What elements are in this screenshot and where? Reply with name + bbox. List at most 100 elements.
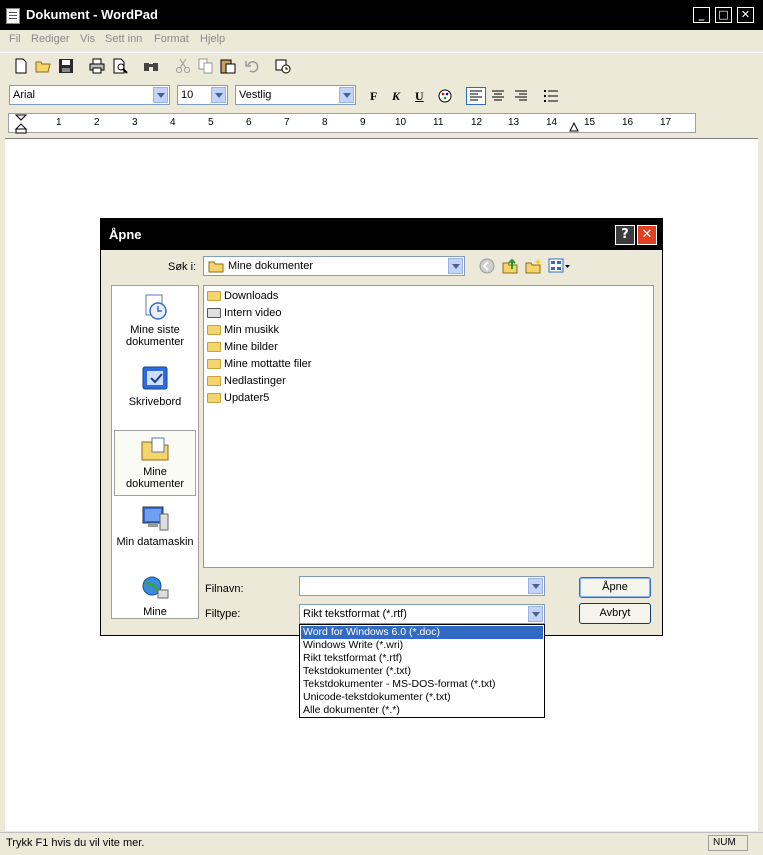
ruler-number: 2: [94, 117, 100, 128]
filetype-option[interactable]: Unicode-tekstdokumenter (*.txt): [301, 691, 543, 704]
place-my-computer[interactable]: Min datamaskin: [114, 504, 196, 548]
ruler-number: 17: [660, 117, 672, 128]
indent-marker-icon[interactable]: [15, 114, 27, 134]
dialog-title: Åpne: [109, 227, 142, 242]
ruler-number: 11: [433, 117, 444, 128]
dialog-close-button[interactable]: ✕: [637, 225, 657, 245]
align-left-icon[interactable]: [466, 87, 486, 105]
list-item[interactable]: Mine bilder: [207, 339, 278, 355]
italic-button[interactable]: K: [392, 89, 400, 104]
filename-dropdown-arrow-icon[interactable]: [528, 578, 543, 594]
place-desktop[interactable]: Skrivebord: [114, 364, 196, 408]
look-in-dropdown-arrow-icon[interactable]: [448, 258, 463, 274]
up-one-level-icon[interactable]: [501, 257, 519, 275]
ruler[interactable]: 1 2 3 4 5 6 7 8 9 10 11 12 13 14 15 16 1…: [8, 113, 696, 134]
close-button[interactable]: ✕: [737, 7, 754, 23]
ruler-number: 9: [360, 117, 366, 128]
ruler-number: 13: [508, 117, 520, 128]
dialog-help-button[interactable]: ?: [615, 225, 635, 245]
file-name: Mine bilder: [224, 341, 278, 353]
list-item[interactable]: Min musikk: [207, 322, 279, 338]
music-folder-icon: [207, 325, 221, 335]
paste-icon[interactable]: [220, 58, 236, 74]
place-recent-documents[interactable]: Mine siste dokumenter: [114, 292, 196, 348]
list-item[interactable]: Nedlastinger: [207, 373, 286, 389]
folder-icon: [207, 291, 221, 301]
views-menu-icon[interactable]: [548, 257, 572, 275]
list-item[interactable]: Downloads: [207, 288, 278, 304]
right-margin-marker-icon[interactable]: [569, 122, 579, 132]
menu-hjelp[interactable]: Hjelp: [200, 33, 225, 45]
align-right-icon[interactable]: [513, 88, 529, 104]
cut-icon[interactable]: [175, 58, 191, 74]
standard-toolbar: [0, 52, 763, 81]
script-dropdown-arrow-icon[interactable]: [339, 87, 354, 103]
menu-format[interactable]: Format: [154, 33, 189, 45]
open-folder-icon[interactable]: [35, 58, 51, 74]
filetype-dropdown-arrow-icon[interactable]: [528, 606, 543, 622]
font-combo[interactable]: Arial: [9, 85, 170, 105]
file-list[interactable]: Downloads Intern video Min musikk Mine b…: [203, 285, 654, 568]
filetype-option[interactable]: Word for Windows 6.0 (*.doc): [301, 626, 543, 639]
back-icon[interactable]: [478, 257, 496, 275]
align-center-icon[interactable]: [490, 88, 506, 104]
new-document-icon[interactable]: [13, 58, 29, 74]
list-item[interactable]: Mine mottatte filer: [207, 356, 311, 372]
copy-icon[interactable]: [198, 58, 214, 74]
underline-button[interactable]: U: [415, 89, 424, 104]
filename-input[interactable]: [299, 576, 545, 596]
network-places-icon: [142, 576, 169, 599]
script-value: Vestlig: [239, 89, 272, 101]
ruler-number: 16: [622, 117, 634, 128]
color-palette-icon[interactable]: [437, 88, 453, 104]
script-combo[interactable]: Vestlig: [235, 85, 356, 105]
num-lock-indicator: NUM: [708, 835, 748, 851]
place-network[interactable]: Mine: [114, 574, 196, 618]
cancel-button[interactable]: Avbryt: [579, 603, 651, 624]
open-button[interactable]: Åpne: [579, 577, 651, 598]
list-item[interactable]: Updater5: [207, 390, 269, 406]
bold-button[interactable]: F: [370, 89, 377, 104]
insert-date-time-icon[interactable]: [275, 58, 291, 74]
filetype-option[interactable]: Windows Write (*.wri): [301, 639, 543, 652]
menu-vis[interactable]: Vis: [80, 33, 95, 45]
filetype-option[interactable]: Alle dokumenter (*.*): [301, 704, 543, 717]
menu-sett-inn[interactable]: Sett inn: [105, 33, 142, 45]
find-icon[interactable]: [143, 58, 159, 74]
file-name: Intern video: [224, 307, 282, 319]
font-size-dropdown-arrow-icon[interactable]: [211, 87, 226, 103]
file-name: Downloads: [224, 290, 279, 302]
minimize-button[interactable]: _: [693, 7, 710, 23]
recent-documents-icon: [145, 294, 167, 320]
look-in-combo[interactable]: Mine dokumenter: [203, 256, 465, 276]
list-item[interactable]: Intern video: [207, 305, 281, 321]
folder-icon: [207, 359, 221, 369]
wordpad-app-icon: [6, 8, 20, 24]
ruler-number: 3: [132, 117, 138, 128]
ruler-number: 4: [170, 117, 176, 128]
file-name: Updater5: [224, 392, 270, 404]
ruler-number: 6: [246, 117, 252, 128]
maximize-button[interactable]: □: [715, 7, 732, 23]
look-in-label: Søk i:: [168, 261, 197, 273]
font-dropdown-arrow-icon[interactable]: [153, 87, 168, 103]
filetype-option[interactable]: Rikt tekstformat (*.rtf): [301, 652, 543, 665]
place-my-documents[interactable]: Mine dokumenter: [114, 430, 196, 496]
ruler-number: 5: [208, 117, 214, 128]
filetype-label: Filtype:: [205, 608, 241, 620]
dialog-title-bar: Åpne ? ✕: [101, 219, 662, 250]
menu-fil[interactable]: Fil: [9, 33, 21, 45]
bullets-icon[interactable]: [543, 88, 559, 104]
new-folder-icon[interactable]: [524, 257, 542, 275]
save-icon[interactable]: [58, 58, 74, 74]
filetype-option[interactable]: Tekstdokumenter (*.txt): [301, 665, 543, 678]
ruler-number: 14: [546, 117, 558, 128]
print-icon[interactable]: [89, 58, 105, 74]
print-preview-icon[interactable]: [112, 58, 128, 74]
undo-icon[interactable]: [244, 58, 260, 74]
filetype-select[interactable]: Rikt tekstformat (*.rtf): [299, 604, 545, 624]
font-size-combo[interactable]: 10: [177, 85, 228, 105]
place-label: Min datamaskin: [116, 536, 194, 548]
menu-rediger[interactable]: Rediger: [31, 33, 70, 45]
filetype-option[interactable]: Tekstdokumenter - MS-DOS-format (*.txt): [301, 678, 543, 691]
